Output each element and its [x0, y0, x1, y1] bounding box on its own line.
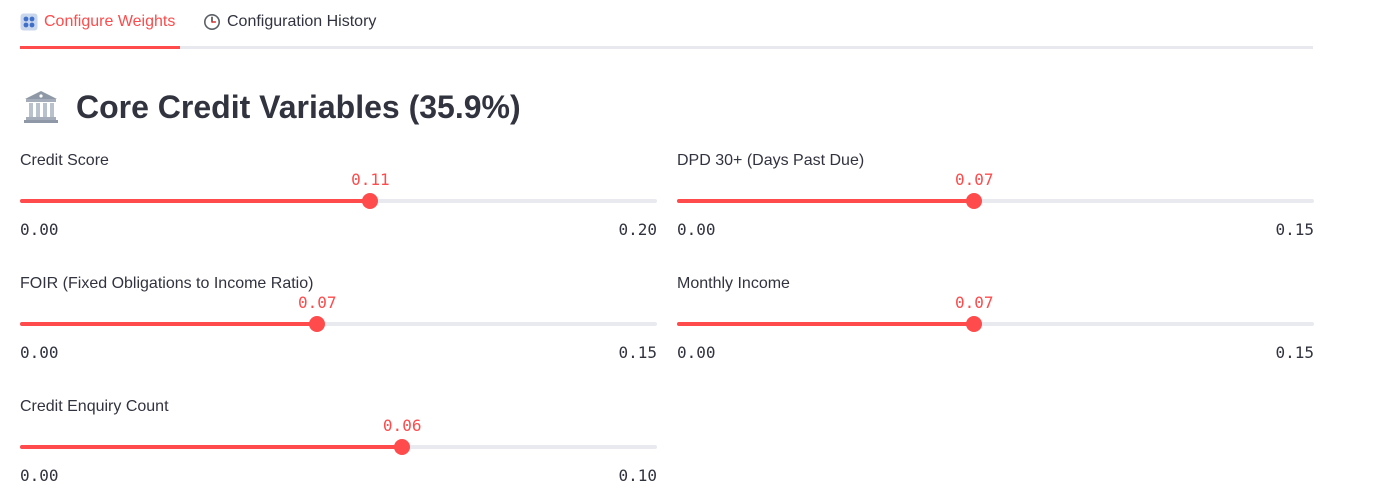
slider-foir: FOIR (Fixed Obligations to Income Ratio)… — [20, 275, 657, 395]
slider-thumb[interactable] — [362, 193, 379, 209]
slider-fill — [677, 199, 975, 203]
slider-value: 0.07 — [955, 170, 994, 189]
slider-label: DPD 30+ (Days Past Due) — [677, 152, 865, 169]
clock-icon — [204, 13, 220, 30]
slider-max: 0.15 — [1275, 343, 1314, 362]
tab-configuration-history[interactable]: Configuration History — [203, 0, 413, 49]
slider-label: Monthly Income — [677, 275, 790, 292]
slider-max: 0.20 — [618, 220, 657, 239]
slider-label: FOIR (Fixed Obligations to Income Ratio) — [20, 275, 314, 292]
section-heading: Core Credit Variables (35.9%) — [22, 84, 521, 130]
slider-max: 0.15 — [1275, 220, 1314, 239]
slider-value: 0.06 — [382, 416, 422, 435]
slider-label: Credit Enquiry Count — [20, 398, 169, 415]
tab-label: Configuration History — [227, 12, 377, 30]
slider-min: 0.00 — [20, 466, 59, 485]
slider-track[interactable] — [20, 322, 657, 326]
slider-min: 0.00 — [20, 220, 59, 239]
slider-thumb[interactable] — [394, 439, 411, 455]
slider-value: 0.07 — [955, 293, 994, 312]
slider-track[interactable] — [20, 199, 657, 203]
slider-min: 0.00 — [20, 343, 59, 362]
grid-icon — [20, 13, 38, 30]
slider-value: 0.07 — [298, 293, 337, 312]
slider-max: 0.10 — [618, 466, 657, 485]
slider-fill — [677, 322, 975, 326]
tab-bar: Configure Weights Configuration History — [20, 0, 1313, 49]
slider-monthly-income: Monthly Income 0.07 0.00 0.15 — [677, 275, 1314, 395]
tab-label: Configure Weights — [44, 12, 176, 30]
page-title: Core Credit Variables (35.9%) — [76, 88, 521, 125]
slider-label: Credit Score — [20, 152, 109, 169]
slider-track[interactable] — [20, 445, 657, 449]
slider-max: 0.15 — [618, 343, 657, 362]
slider-track[interactable] — [677, 322, 1314, 326]
slider-credit-score: Credit Score 0.11 0.00 0.20 — [20, 152, 657, 272]
slider-thumb[interactable] — [966, 316, 983, 332]
slider-min: 0.00 — [677, 220, 716, 239]
slider-fill — [20, 199, 371, 203]
slider-thumb[interactable] — [966, 193, 983, 209]
slider-fill — [20, 445, 403, 449]
slider-track[interactable] — [677, 199, 1314, 203]
slider-thumb[interactable] — [309, 316, 326, 332]
slider-credit-enquiry-count: Credit Enquiry Count 0.06 0.00 0.10 — [20, 398, 657, 497]
slider-min: 0.00 — [677, 343, 716, 362]
bank-icon — [24, 91, 58, 123]
slider-dpd-30: DPD 30+ (Days Past Due) 0.07 0.00 0.15 — [677, 152, 1314, 272]
slider-fill — [20, 322, 318, 326]
slider-value: 0.11 — [351, 170, 390, 189]
weights-page: Configure Weights Configuration History … — [0, 0, 1395, 497]
tab-configure-weights[interactable]: Configure Weights — [20, 0, 180, 49]
